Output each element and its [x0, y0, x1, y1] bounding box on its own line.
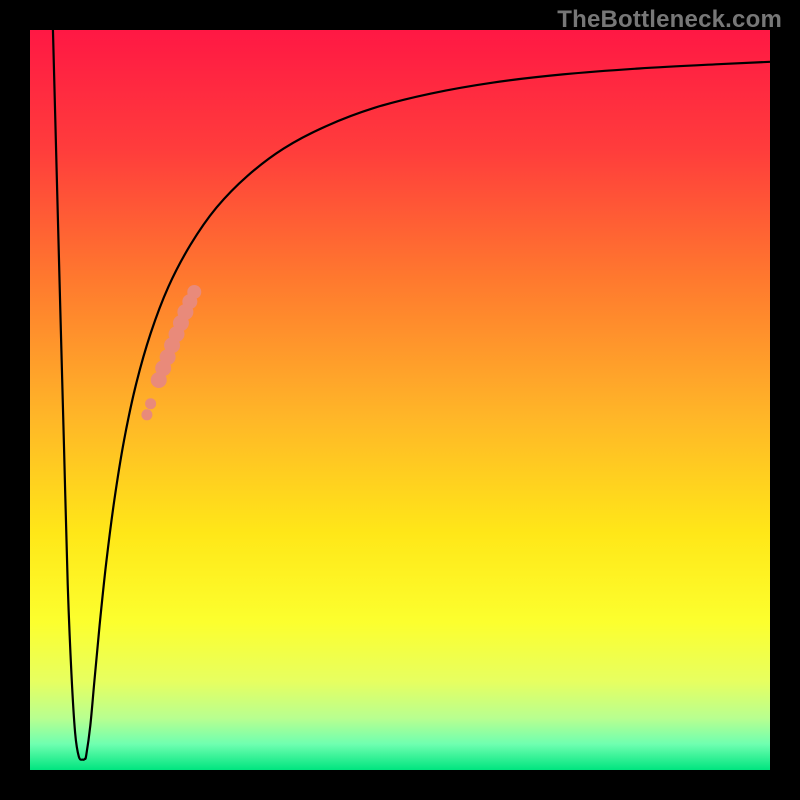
marker-dot: [141, 409, 152, 420]
chart-frame: TheBottleneck.com: [0, 0, 800, 800]
chart-svg: [30, 30, 770, 770]
plot-area: [30, 30, 770, 770]
marker-dot: [145, 398, 156, 409]
chart-background: [30, 30, 770, 770]
marker-dot: [187, 285, 201, 299]
